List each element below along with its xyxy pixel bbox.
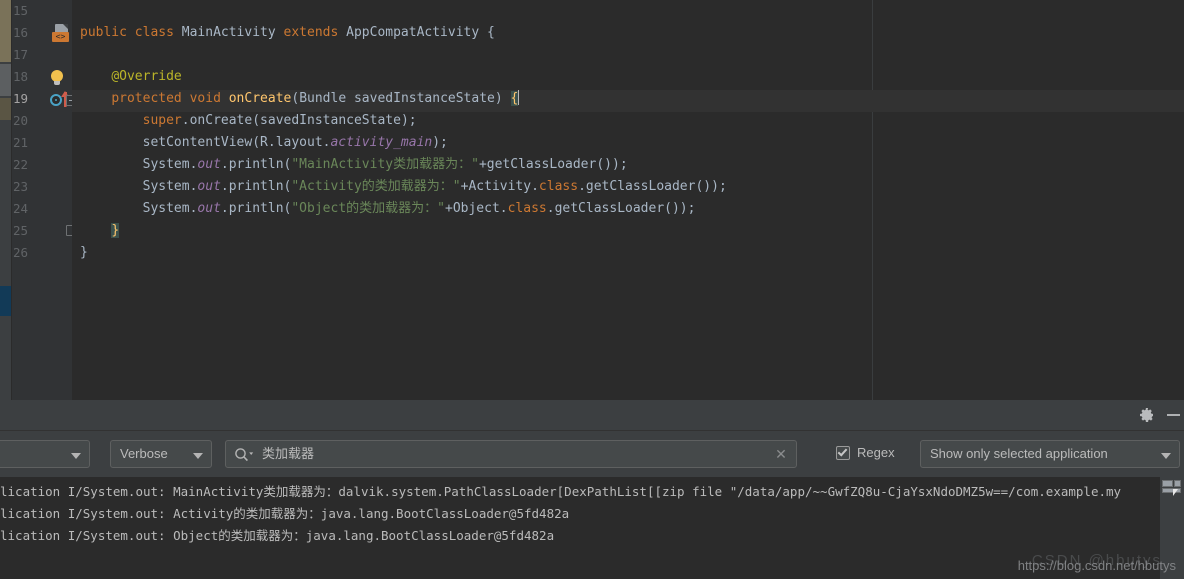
- code-line: @Override: [111, 69, 182, 84]
- intention-bulb-icon[interactable]: [50, 70, 64, 86]
- log-level-value: Verbose: [120, 446, 168, 461]
- code-line: public class MainActivity extends AppCom…: [80, 25, 495, 40]
- chevron-down-icon[interactable]: [1161, 453, 1171, 459]
- app-window: 15 16 17 18 19 20 21 22 23 24 25 26 <> p…: [0, 0, 1184, 579]
- checkbox-tick: [837, 446, 848, 457]
- line-number: 21: [12, 135, 28, 150]
- device-process-combo[interactable]: tion (8848): [0, 440, 90, 468]
- code-line: }: [111, 223, 120, 238]
- log-level-combo[interactable]: Verbose: [110, 440, 212, 468]
- line-number: 22: [12, 157, 28, 172]
- code-line: super.onCreate(savedInstanceState);: [142, 113, 417, 128]
- line-number: 26: [12, 245, 28, 260]
- regex-checkbox[interactable]: [836, 446, 850, 460]
- code-text-area[interactable]: public class MainActivity extends AppCom…: [72, 0, 1184, 400]
- watermark-url: https://blog.csdn.net/hbutys: [1017, 558, 1176, 573]
- code-line: }: [80, 245, 88, 260]
- clear-x-icon[interactable]: ✕: [773, 446, 789, 462]
- log-search-input[interactable]: 类加载器 ✕: [225, 440, 797, 468]
- code-line: setContentView(R.layout.activity_main);: [142, 135, 448, 150]
- logcat-toolbar[interactable]: tion (8848) Verbose 类加载器 ✕: [0, 431, 1184, 477]
- wrap-icon-block-2: [1174, 480, 1181, 487]
- wrap-icon-block-1: [1162, 480, 1173, 487]
- line-number: 17: [12, 47, 28, 62]
- editor-gutter[interactable]: 15 16 17 18 19 20 21 22 23 24 25 26 <>: [12, 0, 72, 400]
- filter-scope-value: Show only selected application: [930, 446, 1108, 461]
- stripe-mark-selection: [0, 286, 11, 316]
- chevron-down-icon[interactable]: [193, 453, 203, 459]
- code-editor[interactable]: 15 16 17 18 19 20 21 22 23 24 25 26 <> p…: [0, 0, 1184, 400]
- code-line-current: protected void onCreate(Bundle savedInst…: [111, 90, 520, 106]
- logcat-titlebar: [0, 400, 1184, 431]
- wrap-icon-block-3: [1162, 488, 1181, 493]
- bulb-base: [54, 81, 60, 85]
- line-number: 16: [12, 25, 28, 40]
- right-margin-guide: [872, 0, 873, 400]
- log-search-value: 类加载器: [262, 446, 315, 461]
- logcat-panel[interactable]: tion (8848) Verbose 类加载器 ✕: [0, 400, 1184, 579]
- line-number-current: 19: [12, 91, 28, 106]
- logcat-output[interactable]: lication I/System.out: MainActivity类加载器为…: [0, 477, 1184, 579]
- code-line: System.out.println("Object的类加载器为："+Objec…: [142, 201, 696, 216]
- log-line: lication I/System.out: MainActivity类加载器为…: [0, 484, 1122, 499]
- soft-wrap-icon[interactable]: [1162, 480, 1181, 497]
- gear-icon[interactable]: [1139, 407, 1155, 423]
- search-icon[interactable]: [234, 447, 254, 462]
- log-line: lication I/System.out: Object的类加载器为：java…: [0, 528, 555, 543]
- code-line: System.out.println("MainActivity类加载器为："+…: [142, 157, 628, 172]
- regex-label: Regex: [857, 445, 895, 460]
- filter-scope-combo[interactable]: Show only selected application: [920, 440, 1180, 468]
- line-number: 15: [12, 3, 28, 18]
- minimize-icon[interactable]: [1167, 414, 1180, 416]
- line-number: 25: [12, 223, 28, 238]
- line-number: 20: [12, 113, 28, 128]
- line-number: 23: [12, 179, 28, 194]
- log-line: lication I/System.out: Activity的类加载器为：ja…: [0, 506, 570, 521]
- code-line: System.out.println("Activity的类加载器为："+Act…: [142, 179, 727, 194]
- line-number: 24: [12, 201, 28, 216]
- chevron-down-icon[interactable]: [71, 453, 81, 459]
- wrap-icon-cursor: [1173, 489, 1178, 496]
- line-number: 18: [12, 69, 28, 84]
